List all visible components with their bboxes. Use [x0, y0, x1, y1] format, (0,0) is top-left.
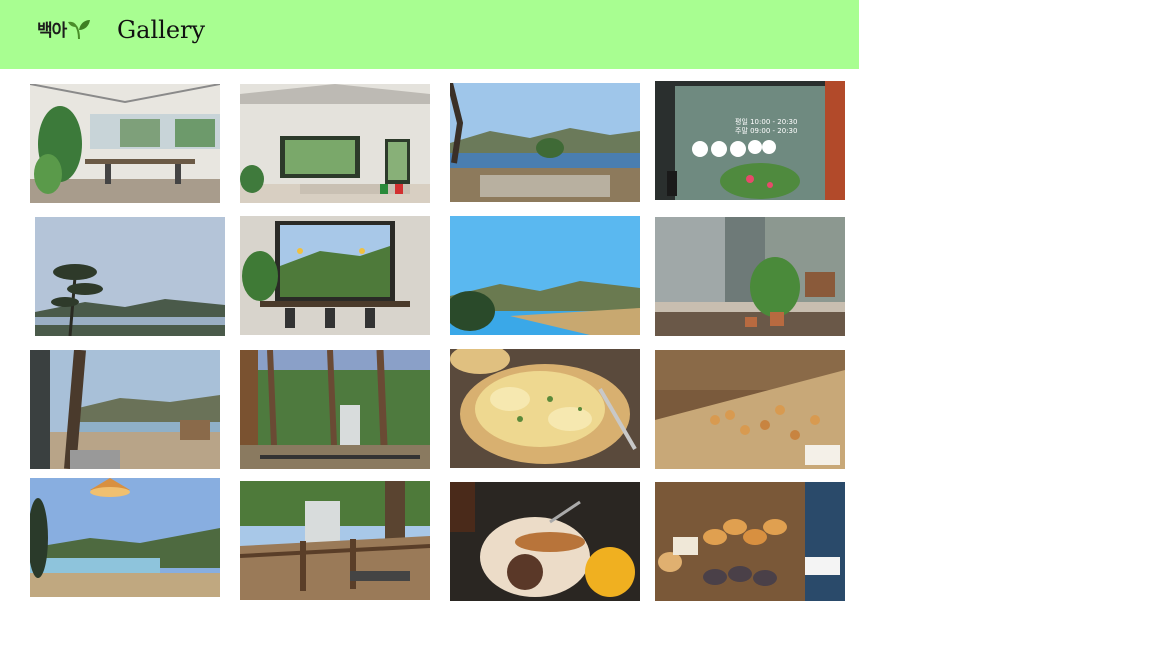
sprout-icon: [68, 19, 91, 39]
weekday-hours-text: 평일 10:00 - 20:30: [735, 117, 797, 126]
gallery-photo[interactable]: [450, 349, 640, 468]
gallery-photo[interactable]: [450, 482, 640, 601]
gallery-photo[interactable]: [655, 482, 845, 601]
header-bar: 백아 Gallery: [0, 0, 859, 69]
gallery-photo[interactable]: [30, 350, 220, 469]
logo-text: 백아: [37, 21, 67, 41]
gallery-photo[interactable]: 평일 10:00 - 20:30 주말 09:00 - 20:30: [655, 81, 845, 200]
gallery-photo[interactable]: [450, 216, 640, 335]
logo[interactable]: 백아: [37, 16, 91, 41]
gallery-photo[interactable]: [655, 350, 845, 469]
gallery-photo[interactable]: [240, 350, 430, 469]
gallery-photo[interactable]: [240, 216, 430, 335]
page-title: Gallery: [117, 16, 206, 44]
gallery-photo[interactable]: [30, 478, 220, 597]
weekend-hours-text: 주말 09:00 - 20:30: [735, 127, 797, 135]
gallery-photo[interactable]: [655, 217, 845, 336]
gallery-photo[interactable]: [240, 84, 430, 203]
gallery-photo[interactable]: [30, 84, 220, 203]
gallery-photo[interactable]: [450, 83, 640, 202]
gallery-photo[interactable]: [35, 217, 225, 336]
gallery-photo[interactable]: [240, 481, 430, 600]
